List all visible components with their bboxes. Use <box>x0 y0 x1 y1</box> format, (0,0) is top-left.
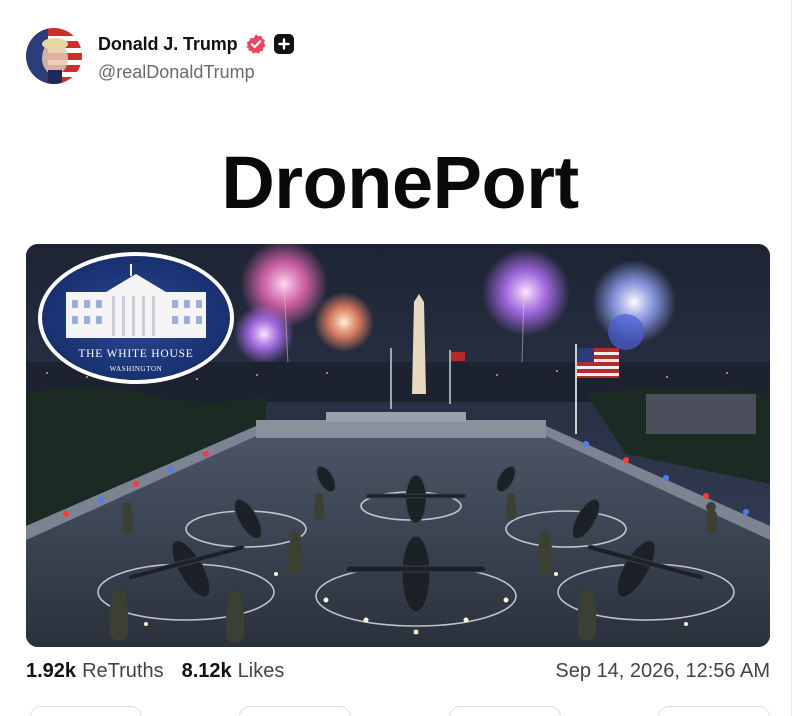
display-name[interactable]: Donald J. Trump <box>98 34 238 55</box>
seal-title: THE WHITE HOUSE <box>78 348 193 360</box>
author-row: Donald J. Trump <box>98 33 294 55</box>
dronport-illustration: THE WHITE HOUSE WASHINGTON <box>26 244 770 647</box>
avatar[interactable] <box>26 28 82 84</box>
retruth-button[interactable] <box>239 706 352 716</box>
white-house-seal: THE WHITE HOUSE WASHINGTON <box>38 252 234 384</box>
likes-label: Likes <box>237 660 285 682</box>
post-image[interactable]: THE WHITE HOUSE WASHINGTON <box>26 244 770 647</box>
retruths-label: ReTruths <box>82 660 164 682</box>
user-handle[interactable]: @realDonaldTrump <box>98 62 255 83</box>
post-headline: DronePort <box>221 141 579 224</box>
reply-button[interactable] <box>30 706 142 716</box>
verified-check-icon <box>245 33 267 55</box>
card-border <box>791 0 792 716</box>
likes-stat[interactable]: 8.12k Likes <box>182 660 285 683</box>
action-bar <box>30 706 770 716</box>
retruths-stat[interactable]: 1.92k ReTruths <box>26 660 164 683</box>
plus-icon <box>273 34 294 54</box>
post-stats: 1.92k ReTruths 8.12k Likes <box>26 660 284 683</box>
share-button[interactable] <box>657 706 770 716</box>
seal-subtitle: WASHINGTON <box>110 365 163 373</box>
post-card: Donald J. Trump @realDonaldTrump DronePo… <box>0 0 800 716</box>
retruths-count: 1.92k <box>26 660 77 682</box>
post-timestamp[interactable]: Sep 14, 2026, 12:56 AM <box>555 660 770 683</box>
like-button[interactable] <box>448 706 561 716</box>
likes-count: 8.12k <box>181 660 232 682</box>
